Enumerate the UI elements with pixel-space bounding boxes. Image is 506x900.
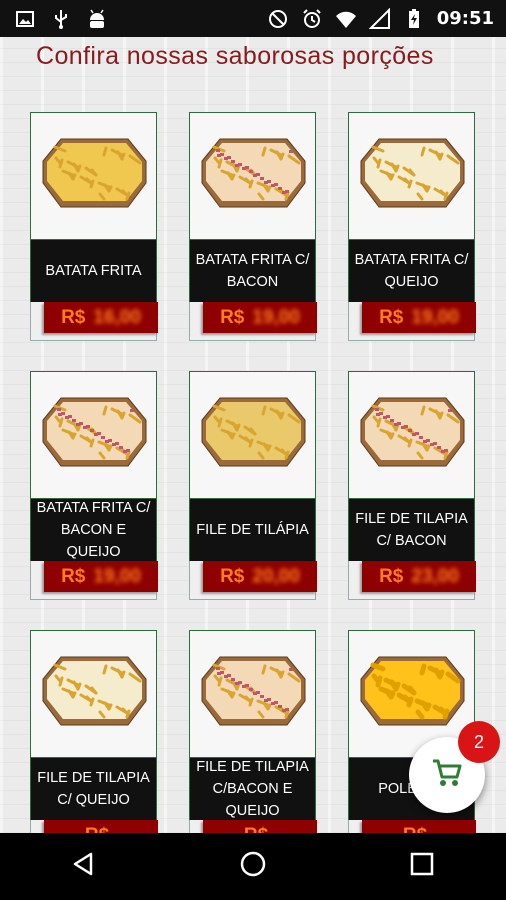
product-price: R$ bbox=[44, 820, 158, 833]
product-image bbox=[189, 630, 316, 758]
product-price: R$ bbox=[203, 820, 317, 833]
product-name: BATATA FRITA C/ BACON E QUEIJO bbox=[30, 499, 157, 561]
product-name: FILE DE TILAPIA C/ BACON bbox=[348, 499, 475, 561]
product-card[interactable]: BATATA FRITA R$ 16,00 bbox=[30, 112, 158, 341]
back-button[interactable] bbox=[54, 842, 114, 892]
cart-count-badge: 2 bbox=[458, 721, 500, 763]
signal-icon bbox=[368, 7, 391, 30]
product-price: R$ 23,00 bbox=[362, 561, 476, 592]
product-name: BATATA FRITA C/ QUEIJO bbox=[348, 240, 475, 302]
status-bar: 09:51 bbox=[0, 0, 506, 37]
product-price: R$ 19,00 bbox=[203, 302, 317, 333]
product-price: R$ bbox=[362, 820, 476, 833]
product-card[interactable]: FILE DE TILAPIA C/ QUEIJO R$ bbox=[30, 630, 158, 833]
android-icon bbox=[86, 8, 108, 30]
page-title: Confira nossas saborosas porções bbox=[36, 42, 434, 70]
product-card[interactable]: FILE DE TILAPIA C/ BACON R$ 23,00 bbox=[348, 371, 476, 600]
wifi-icon bbox=[335, 8, 357, 30]
product-card[interactable]: FILE DE TILAPIA C/BACON E QUEIJO R$ bbox=[189, 630, 317, 833]
product-image bbox=[30, 630, 157, 758]
cart-icon bbox=[430, 756, 464, 795]
alarm-icon bbox=[301, 8, 323, 30]
do-not-disturb-icon bbox=[267, 8, 289, 30]
product-image bbox=[30, 112, 157, 240]
status-time: 09:51 bbox=[436, 8, 494, 29]
product-name: BATATA FRITA bbox=[30, 240, 157, 302]
product-image bbox=[30, 371, 157, 499]
home-button[interactable] bbox=[223, 842, 283, 892]
home-icon bbox=[239, 850, 267, 883]
product-card[interactable]: BATATA FRITA C/ BACON E QUEIJO R$ 19,00 bbox=[30, 371, 158, 600]
product-image bbox=[348, 112, 475, 240]
product-image bbox=[189, 112, 316, 240]
usb-icon bbox=[50, 8, 72, 30]
battery-charging-icon bbox=[403, 8, 425, 30]
product-card[interactable]: BATATA FRITA C/ BACON R$ 19,00 bbox=[189, 112, 317, 341]
product-card[interactable]: FILE DE TILÁPIA R$ 20,00 bbox=[189, 371, 317, 600]
product-image bbox=[189, 371, 316, 499]
image-icon bbox=[14, 8, 36, 30]
product-name: BATATA FRITA C/ BACON bbox=[189, 240, 316, 302]
product-image bbox=[348, 371, 475, 499]
recents-button[interactable] bbox=[392, 842, 452, 892]
product-price: R$ 19,00 bbox=[44, 561, 158, 592]
recents-icon bbox=[410, 852, 434, 881]
product-price: R$ 20,00 bbox=[203, 561, 317, 592]
product-name: FILE DE TILÁPIA bbox=[189, 499, 316, 561]
product-name: FILE DE TILAPIA C/ QUEIJO bbox=[30, 758, 157, 820]
product-name: FILE DE TILAPIA C/BACON E QUEIJO bbox=[189, 758, 316, 820]
product-card[interactable]: BATATA FRITA C/ QUEIJO R$ 19,00 bbox=[348, 112, 476, 341]
menu-screen[interactable]: Confira nossas saborosas porções BATATA … bbox=[0, 37, 506, 833]
navigation-bar bbox=[0, 833, 506, 900]
product-price: R$ 16,00 bbox=[44, 302, 158, 333]
product-price: R$ 19,00 bbox=[362, 302, 476, 333]
back-icon bbox=[71, 851, 97, 882]
